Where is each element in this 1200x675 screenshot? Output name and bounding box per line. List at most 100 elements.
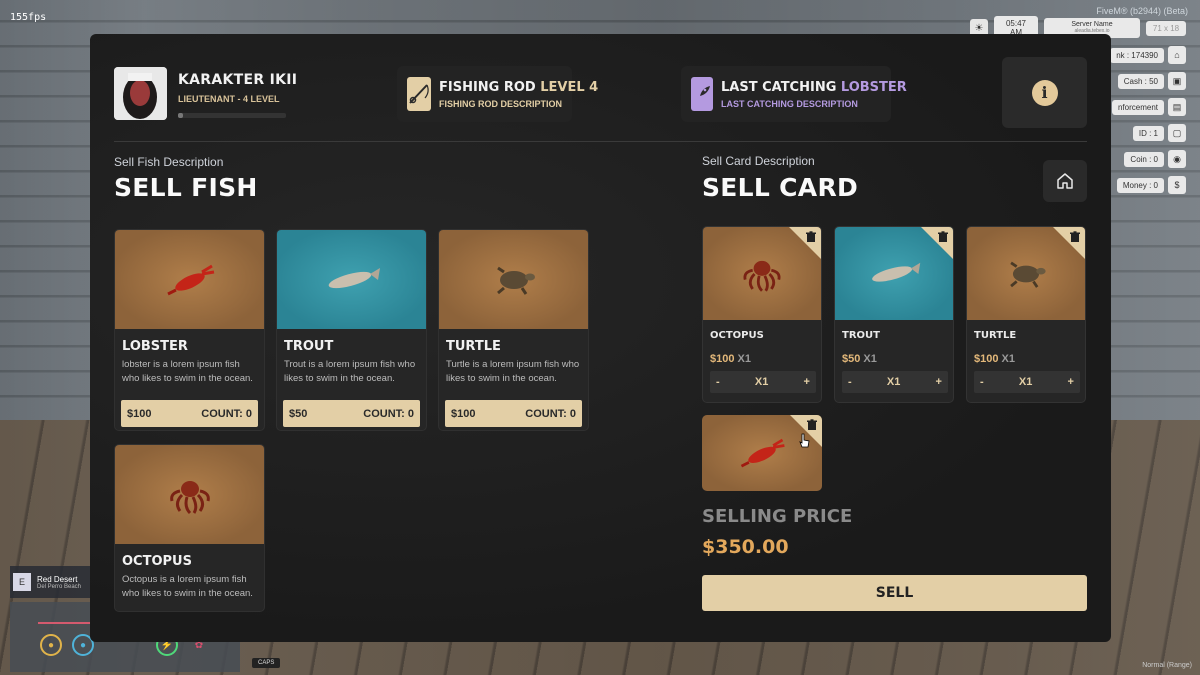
fish-desc: Octopus is a lorem ipsum fish who likes …	[122, 574, 253, 599]
selling-price-label: SELLING PRICE	[702, 506, 853, 527]
fish-card-lobster[interactable]: LOBSTER lobster is a lorem ipsum fish wh…	[114, 229, 265, 431]
last-catch-card: LAST CATCHING LOBSTER LAST CATCHING DESC…	[681, 66, 907, 122]
hud-stat-coin: Coin : 0 ◉	[1124, 150, 1186, 168]
sell-button[interactable]: SELL	[702, 575, 1087, 611]
trout-icon	[835, 227, 953, 320]
sell-fish-description: Sell Fish Description	[114, 155, 224, 169]
sell-card-name: TROUT	[842, 330, 880, 341]
fish-name: TURTLE	[446, 339, 501, 354]
quantity-stepper: - X1 +	[710, 371, 816, 393]
sell-card-price-row: $50 X1	[842, 353, 953, 365]
quantity-stepper: - X1 +	[974, 371, 1080, 393]
thirst-icon: ●	[40, 634, 62, 656]
turtle-icon	[439, 230, 588, 329]
xp-bar	[178, 113, 286, 118]
fishing-rod-card: FISHING ROD LEVEL 4 FISHING ROD DESCRIPT…	[397, 66, 598, 122]
quantity-value: X1	[886, 376, 901, 388]
info-icon: i	[1031, 79, 1058, 106]
bank-icon: ⌂	[1168, 46, 1186, 64]
wallet-icon: ▣	[1168, 72, 1186, 90]
increment-button[interactable]: +	[1068, 376, 1074, 388]
info-button[interactable]: i	[1002, 57, 1087, 128]
id-icon: ▢	[1168, 124, 1186, 142]
decrement-button[interactable]: -	[980, 376, 984, 388]
fish-price-bar: $100 COUNT: 0	[121, 400, 258, 427]
fish-desc: Turtle is a lorem ipsum fish who likes t…	[446, 359, 580, 384]
cash-label: Cash : 50	[1117, 73, 1164, 89]
id-label: ID : 1	[1132, 125, 1164, 141]
fish-card-trout[interactable]: TROUT Trout is a lorem ipsum fish who li…	[276, 229, 427, 431]
sell-card-price-row: $100 X1	[974, 353, 1085, 365]
trash-icon[interactable]	[937, 231, 949, 243]
hud-size: 71 x 18	[1146, 20, 1186, 36]
octopus-icon	[703, 227, 821, 320]
fish-card-turtle[interactable]: TURTLE Turtle is a lorem ipsum fish who …	[438, 229, 589, 431]
hud-stats: nk : 174390 ⌂ Cash : 50 ▣ nforcement ▤ ID :…	[1110, 46, 1186, 194]
catch-desc: LAST CATCHING DESCRIPTION	[721, 98, 858, 109]
sell-card-price: $50	[842, 353, 861, 365]
lobster-icon	[702, 415, 822, 491]
sell-card-name: TURTLE	[974, 330, 1017, 341]
quantity-stepper: - X1 +	[842, 371, 948, 393]
fish-desc: lobster is a lorem ipsum fish who likes …	[122, 359, 253, 384]
hud-stat-money: Money : 0 $	[1116, 176, 1186, 194]
hud-stat-cash: Cash : 50 ▣	[1117, 72, 1186, 90]
sell-card-qty: X1	[737, 353, 751, 365]
header-divider	[114, 141, 1087, 142]
fish-card-octopus[interactable]: OCTOPUS Octopus is a lorem ipsum fish wh…	[114, 444, 265, 612]
decrement-button[interactable]: -	[716, 376, 720, 388]
fishing-rod-icon	[407, 77, 431, 111]
character-avatar	[114, 67, 167, 120]
catch-name: LOBSTER	[840, 79, 907, 95]
fish-count: COUNT: 0	[201, 407, 252, 420]
home-button[interactable]	[1043, 160, 1087, 202]
sell-card-title: SELL CARD	[702, 173, 859, 202]
fish-desc: Trout is a lorem ipsum fish who likes to…	[284, 359, 416, 384]
increment-button[interactable]: +	[804, 376, 810, 388]
rod-level: LEVEL 4	[540, 79, 599, 95]
dollar-icon: $	[1168, 176, 1186, 194]
fish-price: $100	[127, 407, 152, 420]
fivem-version: FiveM® (b2944) (Beta)	[1096, 6, 1188, 16]
fish-price: $100	[451, 407, 476, 420]
job-label: nforcement	[1111, 99, 1164, 115]
mouse-cursor	[799, 433, 810, 448]
sell-card-octopus: OCTOPUS $100 X1 - X1 +	[702, 226, 822, 403]
character-rank: LIEUTENANT - 4 LEVEL	[178, 94, 280, 104]
sell-card-price: $100	[710, 353, 735, 365]
catch-title: LAST CATCHING	[721, 79, 837, 95]
lobster-icon	[115, 230, 264, 329]
hud-stat-bank: nk : 174390 ⌂	[1110, 46, 1186, 64]
sell-card-trout: TROUT $50 X1 - X1 +	[834, 226, 954, 403]
fish-price-bar: $50 COUNT: 0	[283, 400, 420, 427]
trash-icon[interactable]	[1069, 231, 1081, 243]
home-icon	[1057, 173, 1073, 189]
trout-icon	[277, 230, 426, 329]
fish-name: LOBSTER	[122, 339, 188, 354]
location-key: E	[13, 573, 31, 591]
fish-catch-icon	[691, 77, 713, 111]
hud-stat-id: ID : 1 ▢	[1132, 124, 1186, 142]
selling-price-value: $350.00	[702, 536, 789, 558]
sell-card-description: Sell Card Description	[702, 154, 815, 168]
fish-name: TROUT	[284, 339, 334, 354]
fps-counter: 155fps	[10, 12, 47, 23]
fish-count: COUNT: 0	[525, 407, 576, 420]
trash-icon[interactable]	[806, 419, 818, 431]
character-name: KARAKTER IKII	[178, 72, 298, 88]
quantity-value: X1	[1018, 376, 1033, 388]
card-icon: ▤	[1168, 98, 1186, 116]
quantity-value: X1	[754, 376, 769, 388]
health-bar	[38, 622, 98, 624]
rod-desc: FISHING ROD DESCRIPTION	[439, 98, 563, 109]
trash-icon[interactable]	[805, 231, 817, 243]
fish-name: OCTOPUS	[122, 554, 192, 569]
voice-mode: Normal (Range)	[1142, 662, 1192, 669]
decrement-button[interactable]: -	[848, 376, 852, 388]
hud-stat-job: nforcement ▤	[1111, 98, 1186, 116]
sell-fish-title: SELL FISH	[114, 173, 258, 202]
location-widget: E Red Desert Del Perro Beach	[10, 566, 100, 598]
turtle-icon	[967, 227, 1085, 320]
increment-button[interactable]: +	[936, 376, 942, 388]
coin-icon: ◉	[1168, 150, 1186, 168]
